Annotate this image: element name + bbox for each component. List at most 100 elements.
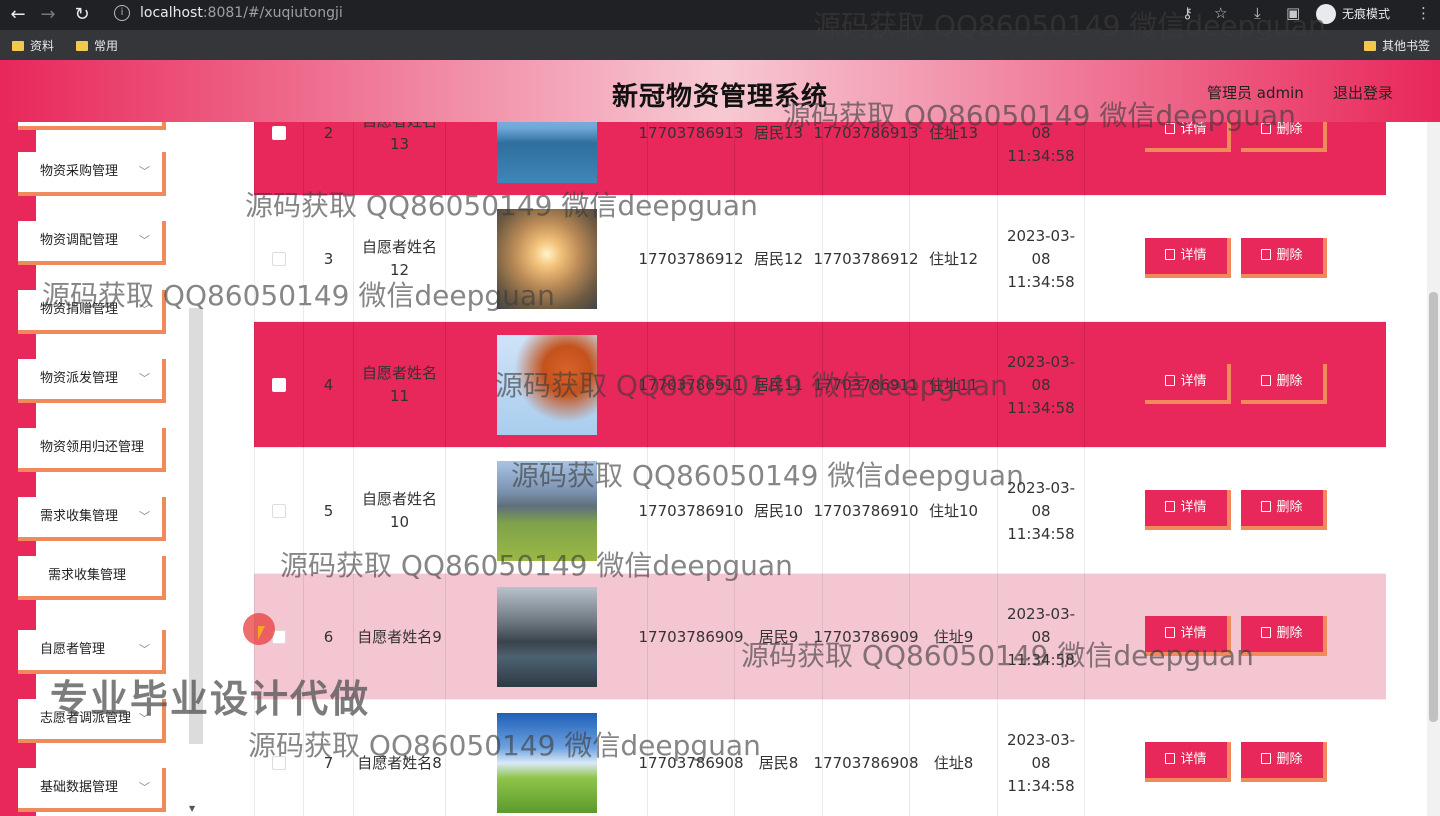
image-cell <box>446 574 648 700</box>
resident-phone: 17703786910 <box>814 448 919 574</box>
photo-thumbnail[interactable] <box>496 122 597 183</box>
row-checkbox[interactable] <box>272 756 286 770</box>
delete-button[interactable]: 删除 <box>1241 364 1327 404</box>
sidebar-item-donation[interactable]: 物资捐赠管理 ﹀ <box>18 290 166 334</box>
bookmark-label: 其他书签 <box>1382 39 1431 53</box>
delete-button[interactable]: 删除 <box>1241 742 1327 782</box>
photo-thumbnail[interactable] <box>496 713 597 813</box>
address-bar[interactable]: i localhost:8081/#/xuqiutongji <box>104 2 1168 26</box>
table-row: 3 自愿者姓名12 17703786912 居民12 17703786912 住址12 20… <box>254 196 1386 322</box>
sidebar-item-label: 物资采购管理 <box>40 164 119 179</box>
chevron-down-icon: ﹀ <box>139 372 150 385</box>
bookmarks-bar: 资料 常用 其他书签 <box>0 30 1440 60</box>
page-scrollbar[interactable] <box>1427 122 1440 816</box>
incognito-profile[interactable]: 无痕模式 <box>1316 3 1390 25</box>
detail-label: 详情 <box>1180 374 1207 389</box>
volunteer-phone: 17703786909 <box>639 574 744 700</box>
table-row: 5 自愿者姓名10 17703786910 居民10 17703786910 住址10 20… <box>254 448 1386 574</box>
row-checkbox[interactable] <box>272 252 286 266</box>
row-checkbox[interactable] <box>272 126 286 140</box>
volunteer-phone: 17703786911 <box>639 322 744 448</box>
sidebar-subitem-demand[interactable]: 需求收集管理 <box>18 556 166 600</box>
back-icon[interactable]: ← <box>6 3 30 27</box>
detail-button[interactable]: 详情 <box>1145 616 1231 656</box>
detail-button[interactable]: 详情 <box>1145 238 1231 278</box>
star-icon[interactable]: ☆ <box>1214 4 1227 22</box>
detail-label: 详情 <box>1180 122 1207 137</box>
sidebar-item-label: 物资领用归还管理 <box>40 440 145 455</box>
url-host: localhost <box>140 5 203 21</box>
sidebar-item-base-data[interactable]: 基础数据管理 ﹀ <box>18 768 166 812</box>
detail-label: 详情 <box>1180 500 1207 515</box>
photo-thumbnail[interactable] <box>496 209 597 309</box>
sidebar-item-allocation[interactable]: 物资调配管理 ﹀ <box>18 221 166 265</box>
download-icon[interactable]: ⤓ <box>1254 4 1261 22</box>
resident-name: 居民13 <box>735 122 823 196</box>
volunteer-phone: 17703786913 <box>639 122 744 196</box>
menu-icon[interactable]: ⋮ <box>1416 4 1431 22</box>
chevron-down-icon: ﹀ <box>139 303 150 316</box>
promo-watermark: 专业毕业设计代做 <box>50 677 371 721</box>
trash-icon <box>1261 249 1272 260</box>
volunteer-phone: 17703786912 <box>639 196 744 322</box>
document-icon <box>1165 627 1176 638</box>
row-checkbox[interactable] <box>272 378 286 392</box>
table-row: 6 自愿者姓名9 17703786909 居民9 17703786909 住址9 2023-… <box>254 574 1386 700</box>
created-time: 2023-03-08 11:34:58 <box>998 574 1085 700</box>
delete-button[interactable]: 删除 <box>1241 490 1327 530</box>
image-cell <box>446 122 648 196</box>
photo-thumbnail[interactable] <box>496 461 597 561</box>
forward-icon[interactable]: → <box>36 3 60 27</box>
detail-button[interactable]: 详情 <box>1145 364 1231 404</box>
sidebar-item-label: 物资调配管理 <box>40 233 119 248</box>
folder-icon <box>76 41 88 51</box>
chevron-down-icon: ﹀ <box>139 234 150 247</box>
row-checkbox-cell <box>254 322 304 448</box>
delete-button[interactable]: 删除 <box>1241 122 1327 152</box>
bookmark-folder[interactable]: 常用 <box>76 37 118 54</box>
site-info-icon[interactable]: i <box>114 5 130 21</box>
actions-cell: 详情 删除 <box>1085 574 1386 700</box>
row-index: 3 <box>304 196 354 322</box>
detail-button[interactable]: 详情 <box>1145 122 1231 152</box>
chevron-down-icon: ﹀ <box>139 643 150 656</box>
scroll-down-icon[interactable]: ▼ <box>189 804 195 813</box>
sidebar-item-purchase[interactable]: 物资采购管理 ﹀ <box>18 152 166 196</box>
photo-thumbnail[interactable] <box>496 587 597 687</box>
actions-cell: 详情 删除 <box>1085 196 1386 322</box>
bookmark-label: 常用 <box>94 39 119 53</box>
row-checkbox[interactable] <box>272 504 286 518</box>
row-index: 4 <box>304 322 354 448</box>
delete-button[interactable]: 删除 <box>1241 616 1327 656</box>
delete-label: 删除 <box>1276 122 1303 137</box>
scrollbar-thumb[interactable] <box>1429 292 1438 722</box>
image-cell <box>446 322 648 448</box>
sidebar-item-distribution[interactable]: 物资派发管理 ﹀ <box>18 359 166 403</box>
trash-icon <box>1261 753 1272 764</box>
delete-button[interactable]: 删除 <box>1241 238 1327 278</box>
bookmark-folder[interactable]: 资料 <box>12 37 54 54</box>
resident-phone: 17703786912 <box>814 196 919 322</box>
sidebar-item[interactable] <box>18 122 166 130</box>
row-checkbox-cell <box>254 196 304 322</box>
image-cell <box>446 700 648 816</box>
sidebar-item-demand[interactable]: 需求收集管理 ﹀ <box>18 497 166 541</box>
resident-phone: 17703786911 <box>814 322 919 448</box>
photo-thumbnail[interactable] <box>496 335 597 435</box>
sidebar-item-borrow-return[interactable]: 物资领用归还管理 <box>18 428 166 472</box>
trash-icon <box>1261 123 1272 134</box>
other-bookmarks[interactable]: 其他书签 <box>1364 37 1430 54</box>
volunteer-name: 自愿者姓名13 <box>354 122 446 196</box>
document-icon <box>1165 249 1176 260</box>
detail-button[interactable]: 详情 <box>1145 742 1231 782</box>
key-icon[interactable]: ⚷ <box>1182 4 1193 22</box>
image-cell <box>446 196 648 322</box>
sidepanel-icon[interactable]: ▣ <box>1286 4 1300 22</box>
logout-link[interactable]: 退出登录 <box>1333 82 1393 103</box>
volunteer-name: 自愿者姓名12 <box>354 196 446 322</box>
trash-icon <box>1261 627 1272 638</box>
document-icon <box>1165 501 1176 512</box>
reload-icon[interactable]: ↻ <box>70 3 94 27</box>
admin-label: 管理员 admin <box>1207 84 1304 102</box>
detail-button[interactable]: 详情 <box>1145 490 1231 530</box>
